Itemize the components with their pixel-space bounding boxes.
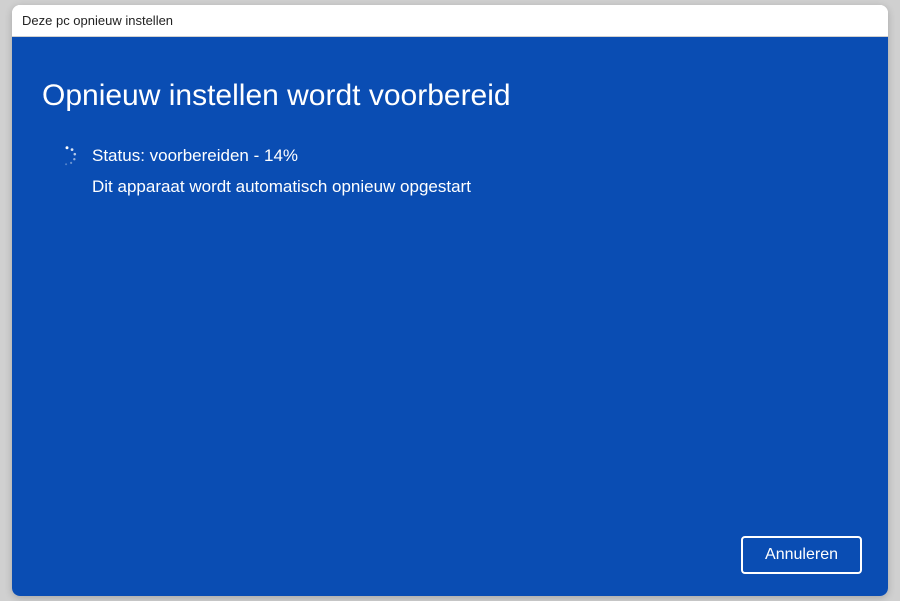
- cancel-button[interactable]: Annuleren: [741, 536, 862, 574]
- status-row: Status: voorbereiden - 14%: [56, 145, 858, 167]
- dialog-content: Opnieuw instellen wordt voorbereid Statu…: [12, 37, 888, 596]
- loading-spinner-icon: [56, 145, 78, 167]
- window-title: Deze pc opnieuw instellen: [22, 13, 173, 28]
- restart-info-text: Dit apparaat wordt automatisch opnieuw o…: [92, 177, 858, 197]
- window-titlebar: Deze pc opnieuw instellen: [12, 5, 888, 37]
- reset-pc-dialog-window: Deze pc opnieuw instellen Opnieuw instel…: [12, 5, 888, 596]
- status-text: Status: voorbereiden - 14%: [92, 146, 298, 166]
- dialog-heading: Opnieuw instellen wordt voorbereid: [42, 79, 858, 113]
